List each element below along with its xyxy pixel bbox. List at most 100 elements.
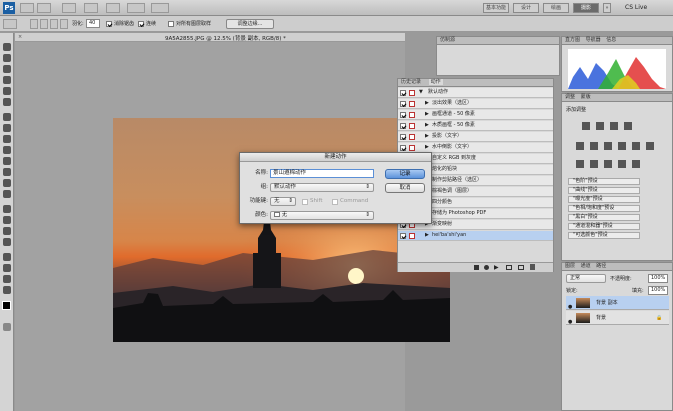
shape-tool-icon[interactable] [3, 238, 11, 246]
expand-triangle-icon[interactable]: ▼ [419, 88, 423, 97]
3d-orbit-tool-icon[interactable] [3, 264, 11, 272]
blend-mode-select[interactable]: 正常 [566, 274, 606, 283]
workspace-design[interactable]: 设计 [513, 3, 539, 13]
channel-mixer-icon[interactable] [646, 142, 654, 150]
gradient-map-icon[interactable] [618, 160, 626, 168]
path-select-tool-icon[interactable] [3, 227, 11, 235]
posterize-icon[interactable] [590, 160, 598, 168]
adjustment-preset-item[interactable]: "色阶"预设 [568, 178, 640, 185]
intersect-selection-icon[interactable] [60, 19, 68, 29]
action-name-input[interactable]: 景山遵棉动作 [270, 169, 374, 178]
clone-stamp-tool-icon[interactable] [3, 135, 11, 143]
adjustment-preset-item[interactable]: "可选颜色"预设 [568, 232, 640, 239]
quick-mask-icon[interactable] [3, 323, 11, 331]
levels-icon[interactable] [596, 122, 604, 130]
delete-icon[interactable] [530, 264, 535, 270]
record-icon[interactable] [484, 265, 489, 270]
add-selection-icon[interactable] [40, 19, 48, 29]
view-extras-icon[interactable] [62, 3, 76, 13]
action-dialog-toggle[interactable] [409, 101, 415, 107]
marquee-tool-icon[interactable] [3, 54, 11, 62]
histogram-tab[interactable]: 直方图 [565, 37, 580, 43]
adjustments-tab[interactable]: 调整 [565, 94, 575, 100]
lasso-preset-icon[interactable] [3, 19, 17, 29]
action-row[interactable]: ▶ 木质画框 - 50 像素 [398, 121, 553, 131]
action-row[interactable]: ▼ 默认动作 [398, 88, 553, 98]
zoom-tool-icon[interactable] [3, 286, 11, 294]
screen-mode-icon[interactable] [151, 3, 169, 13]
record-button[interactable]: 记录 [385, 169, 425, 179]
antialias-checkbox[interactable] [106, 21, 112, 27]
color-balance-icon[interactable] [604, 142, 612, 150]
blur-tool-icon[interactable] [3, 179, 11, 187]
history-tab[interactable]: 历史记录 [401, 79, 421, 85]
subtract-selection-icon[interactable] [50, 19, 58, 29]
new-selection-icon[interactable] [30, 19, 38, 29]
info-tab[interactable]: 信息 [606, 37, 616, 43]
eyedropper-tool-icon[interactable] [3, 98, 11, 106]
adjustment-preset-item[interactable]: "通道混和器"预设 [568, 223, 640, 230]
action-dialog-toggle[interactable] [409, 123, 415, 129]
masks-tab[interactable]: 蒙版 [581, 94, 591, 100]
lasso-tool-icon[interactable] [3, 65, 11, 73]
group-select[interactable]: 默认动作 ⇕ [270, 183, 374, 192]
vibrance-icon[interactable] [576, 142, 584, 150]
adjustment-preset-item[interactable]: "黑白"预设 [568, 214, 640, 221]
action-enabled-checkbox[interactable] [400, 112, 406, 118]
eye-icon[interactable]: ● [568, 315, 572, 329]
curves-icon[interactable] [610, 122, 618, 130]
channels-tab[interactable]: 通道 [581, 263, 591, 269]
layer-row[interactable]: ● 背景 副本 [566, 296, 669, 310]
threshold-icon[interactable] [604, 160, 612, 168]
action-enabled-checkbox[interactable] [400, 233, 406, 239]
paths-tab[interactable]: 路径 [596, 263, 606, 269]
action-row[interactable]: ▶ 淡出效果（选区） [398, 99, 553, 109]
black-white-icon[interactable] [618, 142, 626, 150]
collapse-triangle-icon[interactable]: ▶ [425, 143, 429, 152]
collapse-triangle-icon[interactable]: ▶ [425, 99, 429, 108]
3d-rotate-tool-icon[interactable] [3, 253, 11, 261]
brightness-icon[interactable] [582, 122, 590, 130]
layer-row[interactable]: ● 背景 🔒 [566, 311, 669, 325]
move-tool-icon[interactable] [3, 43, 11, 51]
layers-tab[interactable]: 图层 [565, 263, 575, 269]
brush-tool-icon[interactable] [3, 124, 11, 132]
all-layers-checkbox[interactable] [168, 21, 174, 27]
type-tool-icon[interactable] [3, 216, 11, 224]
actions-tab[interactable]: 动作 [428, 79, 443, 85]
hand-tool-icon[interactable] [106, 3, 120, 13]
zoom-level-icon[interactable] [84, 3, 98, 13]
feather-input[interactable]: 40 [86, 19, 100, 28]
workspace-more-icon[interactable]: » [603, 3, 611, 13]
action-row[interactable]: ▶ hei'ba'shi'yan [398, 231, 553, 241]
cancel-button[interactable]: 取消 [385, 183, 425, 193]
action-enabled-checkbox[interactable] [400, 145, 406, 151]
mini-bridge-icon[interactable] [37, 3, 51, 13]
clone-source-tab[interactable]: 仿制源 [437, 37, 559, 45]
collapse-triangle-icon[interactable]: ▶ [425, 121, 429, 130]
stop-icon[interactable] [474, 265, 479, 270]
function-key-select[interactable]: 无 ⇕ [270, 197, 296, 206]
hue-saturation-icon[interactable] [590, 142, 598, 150]
arrange-documents-icon[interactable] [127, 3, 145, 13]
collapse-triangle-icon[interactable]: ▶ [425, 231, 429, 240]
new-set-icon[interactable] [506, 265, 512, 270]
close-document-icon[interactable]: × [18, 34, 22, 40]
collapse-triangle-icon[interactable]: ▶ [425, 110, 429, 119]
action-dialog-toggle[interactable] [409, 233, 415, 239]
adjustment-preset-item[interactable]: "色相/饱和度"预设 [568, 205, 640, 212]
shift-checkbox[interactable] [302, 199, 308, 205]
crop-tool-icon[interactable] [3, 87, 11, 95]
healing-brush-tool-icon[interactable] [3, 113, 11, 121]
action-row[interactable]: ▶ 投影（文字） [398, 132, 553, 142]
action-dialog-toggle[interactable] [409, 134, 415, 140]
foreground-color-swatch[interactable] [2, 301, 11, 310]
eraser-tool-icon[interactable] [3, 157, 11, 165]
hand-tool-icon[interactable] [3, 275, 11, 283]
action-enabled-checkbox[interactable] [400, 90, 406, 96]
pen-tool-icon[interactable] [3, 205, 11, 213]
action-dialog-toggle[interactable] [409, 112, 415, 118]
photo-filter-icon[interactable] [632, 142, 640, 150]
workspace-painting[interactable]: 绘画 [543, 3, 569, 13]
contiguous-checkbox[interactable] [138, 21, 144, 27]
